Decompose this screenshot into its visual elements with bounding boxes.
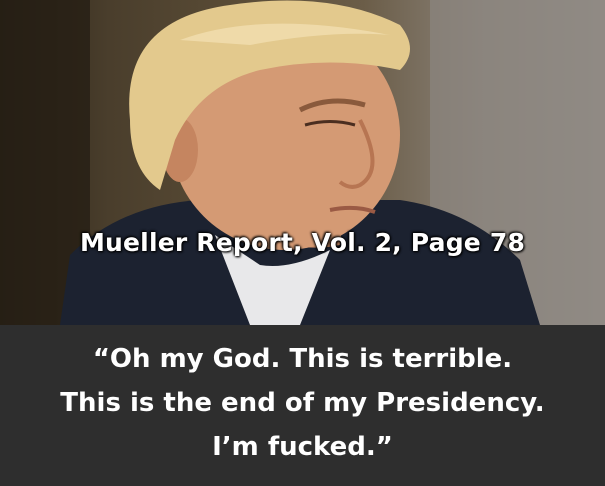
quote-line-1: “Oh my God. This is terrible. [92, 344, 513, 374]
photo [0, 0, 605, 325]
quote-text: “Oh my God. This is terrible. This is th… [0, 325, 605, 469]
quote-panel: “Oh my God. This is terrible. This is th… [0, 325, 605, 486]
portrait-illustration [0, 0, 605, 325]
meme-image: Mueller Report, Vol. 2, Page 78 “Oh my G… [0, 0, 605, 486]
quote-line-3: I’m fucked.” [212, 432, 393, 462]
quote-line-2: This is the end of my Presidency. [60, 388, 545, 418]
source-caption: Mueller Report, Vol. 2, Page 78 [79, 228, 526, 257]
